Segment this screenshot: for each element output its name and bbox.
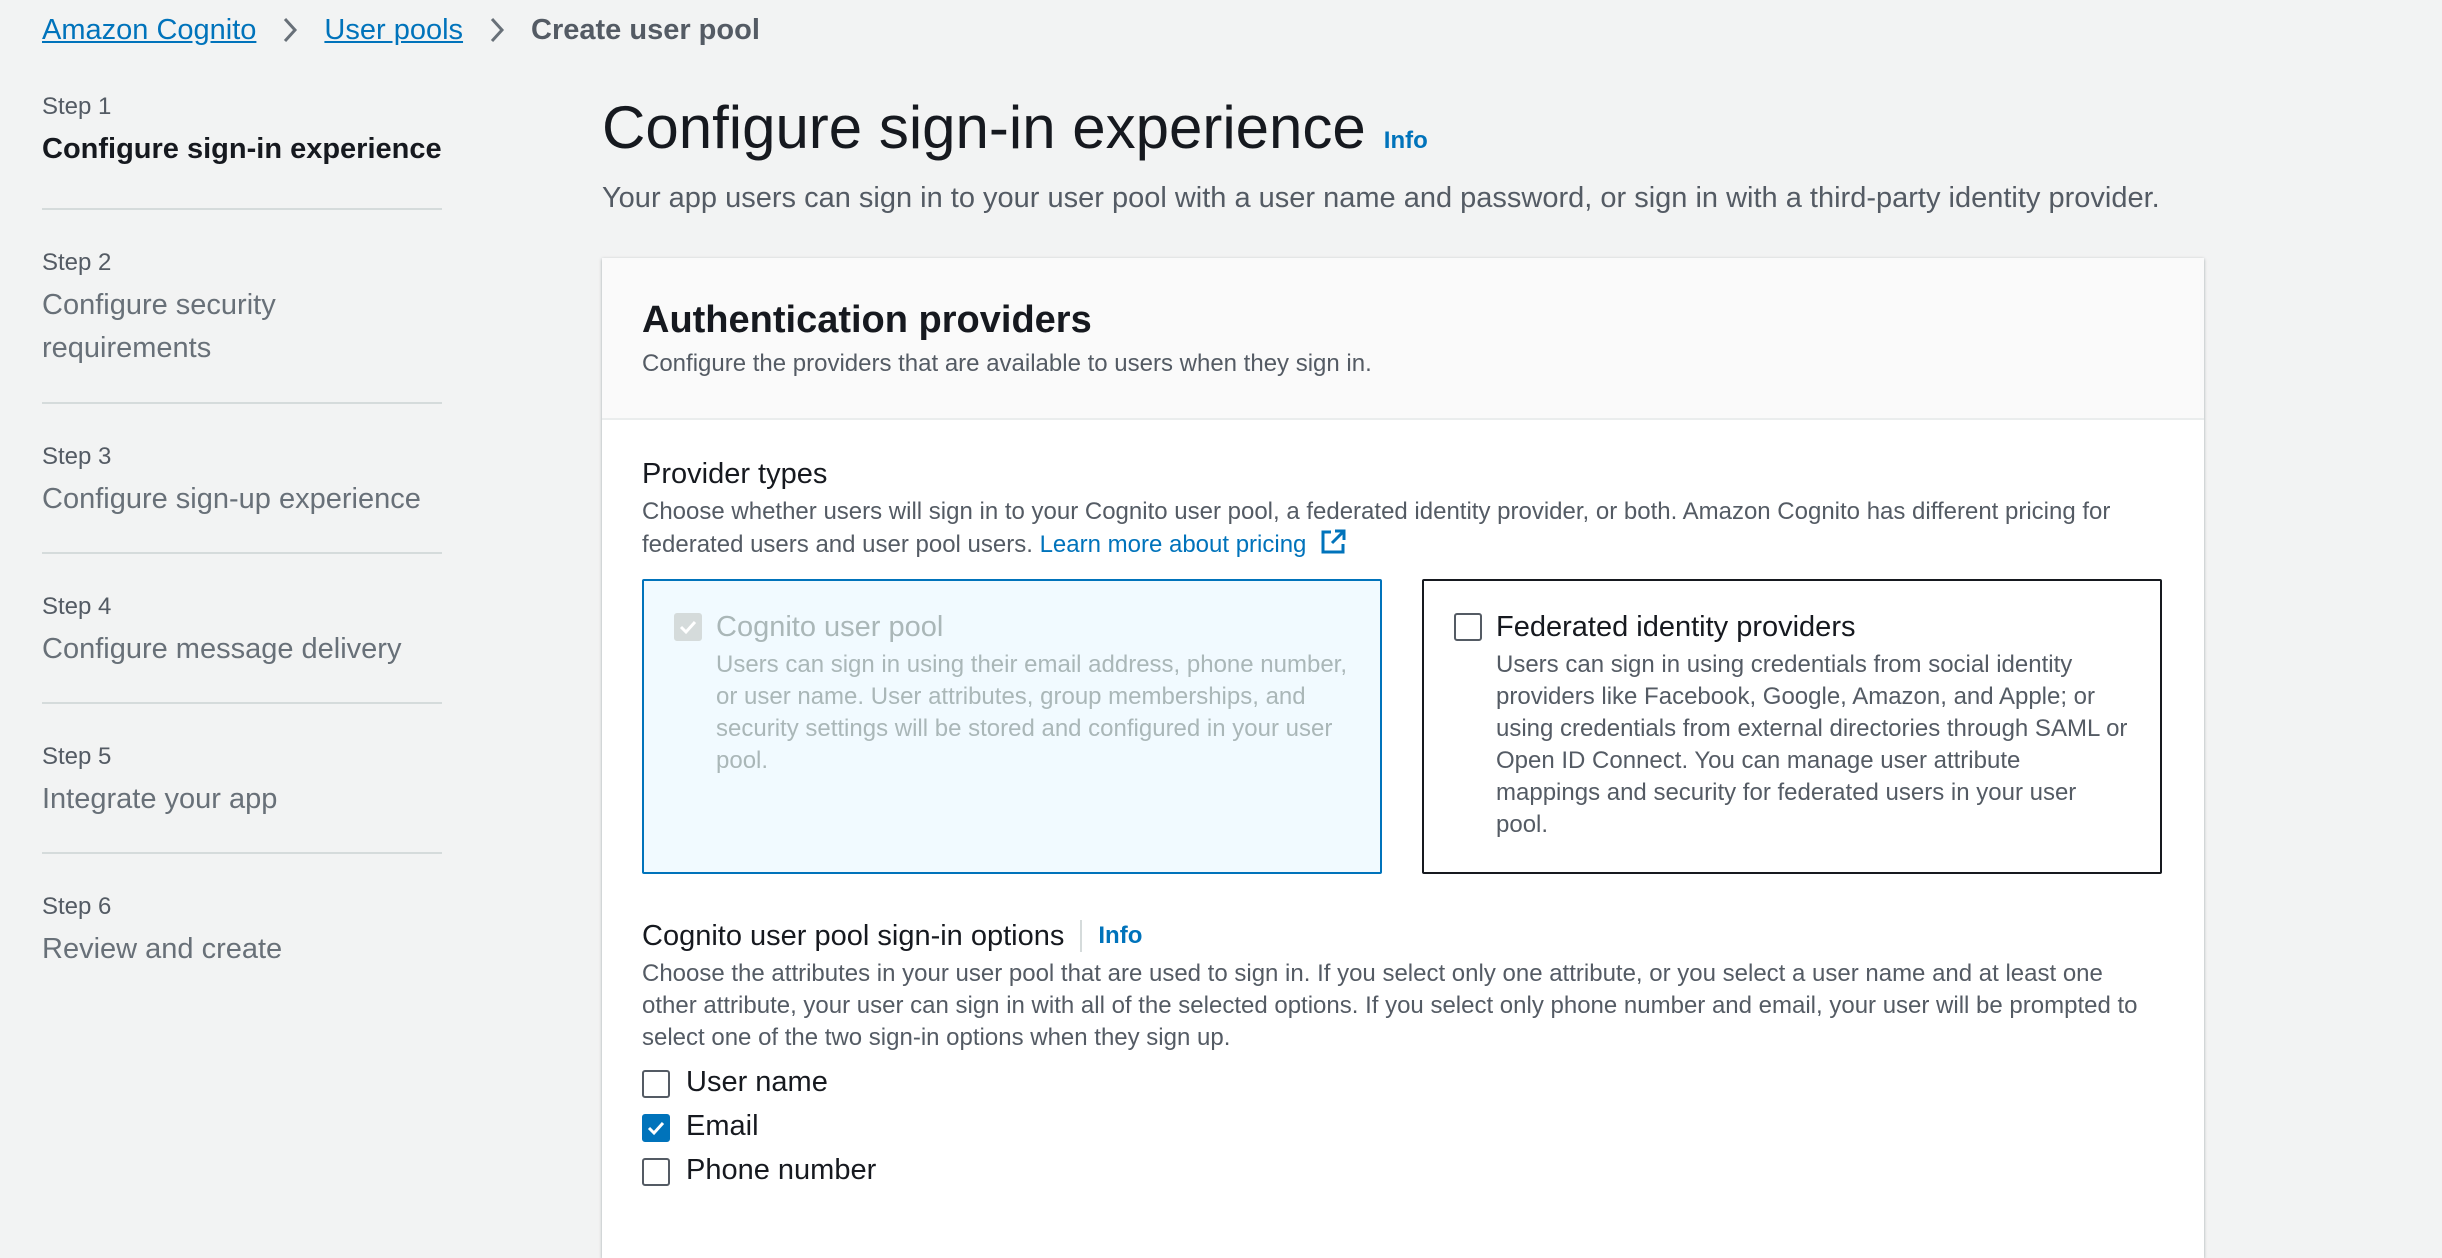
email-checkbox[interactable] [642,1114,670,1142]
pricing-link[interactable]: Learn more about pricing [1040,531,1307,558]
sign-in-options-list: User name Email Phone number [642,1066,2164,1186]
panel-body: Provider types Choose whether users will… [602,420,2204,1186]
user-name-checkbox[interactable] [642,1070,670,1098]
step-number: Step 6 [42,893,112,920]
tile-cognito-user-pool: Cognito user pool Users can sign in usin… [642,579,1382,874]
provider-types-description: Choose whether users will sign in to you… [642,496,2164,565]
provider-types-label: Provider types [642,458,828,490]
breadcrumb-current: Create user pool [531,13,760,46]
step-title: Review and create [42,933,283,965]
tile-description: Users can sign in using their email addr… [716,651,1348,774]
tile-title: Federated identity providers [1496,611,1856,643]
panel-description: Configure the providers that are availab… [642,350,1372,377]
step-5: Step 5 Integrate your app [42,704,442,854]
wizard-steps: Step 1 Configure sign-in experience Step… [42,84,442,971]
option-label: Phone number [686,1153,877,1186]
option-email[interactable]: Email [642,1110,2164,1142]
panel-header: Authentication providers Configure the p… [602,258,2204,420]
step-title: Configure message delivery [42,633,402,665]
page-title: Configure sign-in experience [602,94,1366,161]
step-4: Step 4 Configure message delivery [42,554,442,704]
chevron-right-icon [489,16,505,44]
breadcrumb-amazon-cognito[interactable]: Amazon Cognito [42,14,256,47]
sign-in-options-info-link[interactable]: Info [1098,922,1142,950]
option-phone-number[interactable]: Phone number [642,1154,2164,1186]
step-title: Configure security requirements [42,289,276,364]
page-header: Configure sign-in experience Info [602,88,2202,168]
step-number: Step 3 [42,443,112,470]
divider [1080,920,1083,952]
sign-in-options-description: Choose the attributes in your user pool … [642,960,2138,1051]
tile-content: Federated identity providers Users can s… [1496,609,2130,844]
page-info-link[interactable]: Info [1384,127,1428,155]
panel-title: Authentication providers [642,299,1092,341]
step-title: Configure sign-in experience [42,133,442,165]
chevron-right-icon [282,16,298,44]
breadcrumb-user-pools[interactable]: User pools [324,14,463,47]
step-3: Step 3 Configure sign-up experience [42,404,442,554]
auth-providers-panel: Authentication providers Configure the p… [602,258,2204,1258]
step-number: Step 1 [42,93,112,120]
tile-description: Users can sign in using credentials from… [1496,651,2128,838]
sign-in-options-header: Cognito user pool sign-in options Info [642,918,2164,954]
phone-number-checkbox[interactable] [642,1158,670,1186]
step-6: Step 6 Review and create [42,854,442,971]
option-label: User name [686,1065,828,1098]
step-number: Step 2 [42,249,112,276]
external-link-icon[interactable] [1319,528,1347,565]
provider-tiles: Cognito user pool Users can sign in usin… [642,579,2164,874]
step-number: Step 5 [42,743,112,770]
tile-content: Cognito user pool Users can sign in usin… [716,609,1350,844]
cognito-user-pool-checkbox [674,613,702,641]
provider-types-text: Choose whether users will sign in to you… [642,498,2111,558]
option-user-name[interactable]: User name [642,1066,2164,1098]
step-2: Step 2 Configure security requirements [42,210,442,404]
step-title: Configure sign-up experience [42,483,421,515]
federated-idp-checkbox[interactable] [1454,613,1482,641]
main-content: Configure sign-in experience Info Your a… [602,88,2204,1258]
breadcrumb: Amazon Cognito User pools Create user po… [42,12,760,48]
step-1: Step 1 Configure sign-in experience [42,84,442,210]
option-label: Email [686,1109,759,1142]
step-number: Step 4 [42,593,112,620]
tile-title: Cognito user pool [716,611,944,643]
tile-federated-identity-providers[interactable]: Federated identity providers Users can s… [1422,579,2162,874]
sign-in-options-label: Cognito user pool sign-in options [642,920,1065,952]
step-title: Integrate your app [42,783,278,815]
page-description: Your app users can sign in to your user … [602,182,2160,214]
